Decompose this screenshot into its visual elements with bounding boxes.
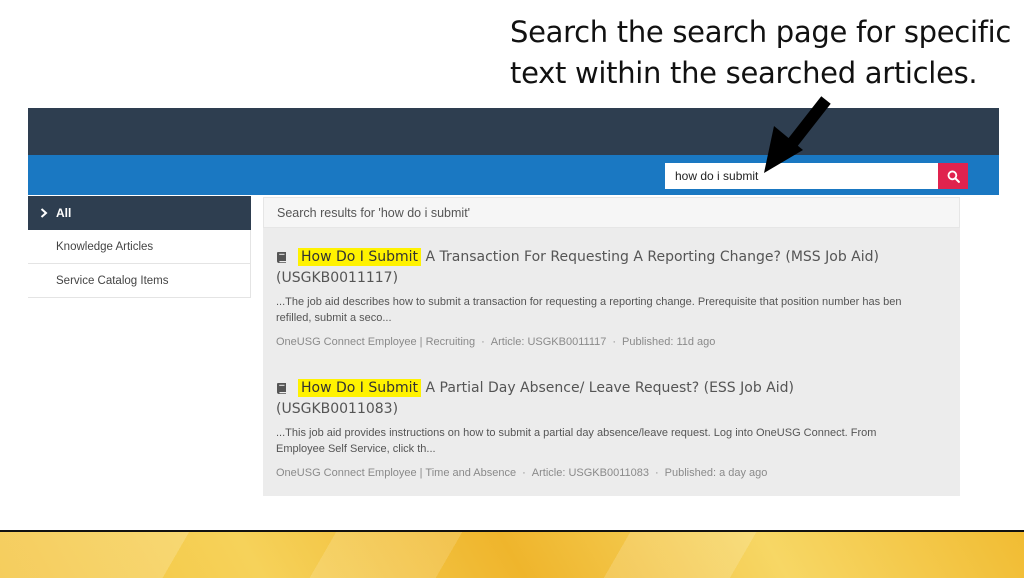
chevron-right-icon: [40, 208, 48, 218]
footer-decoration: [0, 530, 1024, 578]
result-title[interactable]: How Do I Submit A Partial Day Absence/ L…: [276, 379, 946, 400]
app-window: All Knowledge Articles Service Catalog I…: [28, 108, 999, 496]
separator-dot-icon: ·: [654, 467, 659, 479]
meta-published: Published: 11d ago: [622, 336, 716, 348]
search-highlight: How Do I Submit: [298, 379, 422, 397]
separator-dot-icon: ·: [612, 336, 617, 348]
annotation-callout: Search the search page for specific text…: [510, 12, 1012, 94]
result-item: How Do I Submit A Partial Day Absence/ L…: [276, 379, 946, 479]
callout-line-2: text within the searched articles.: [510, 56, 978, 90]
results-list: How Do I Submit A Transaction For Reques…: [263, 228, 960, 496]
results-header: Search results for 'how do i submit': [263, 197, 960, 228]
meta-article: Article: USGKB0011083: [531, 467, 649, 479]
result-title[interactable]: How Do I Submit A Transaction For Reques…: [276, 248, 946, 269]
snippet-line: refilled, submit a seco...: [276, 312, 392, 324]
snippet-line: ...This job aid provides instructions on…: [276, 427, 877, 439]
book-icon: [276, 381, 288, 400]
separator-dot-icon: ·: [522, 467, 526, 479]
sidebar-item-knowledge-articles[interactable]: Knowledge Articles: [28, 230, 251, 264]
result-title-text: A Transaction For Requesting A Reporting…: [421, 249, 879, 265]
meta-source: OneUSG Connect Employee | Recruiting: [276, 336, 476, 348]
book-icon: [276, 250, 288, 269]
result-snippet: ...The job aid describes how to submit a…: [276, 294, 946, 326]
sidebar-item-label: All: [56, 206, 72, 220]
meta-source: OneUSG Connect Employee | Time and Absen…: [276, 467, 517, 479]
callout-line-1: Search the search page for specific: [510, 15, 1012, 49]
snippet-line: ...The job aid describes how to submit a…: [276, 296, 902, 308]
separator-dot-icon: ·: [481, 336, 485, 348]
result-title-id[interactable]: (USGKB0011117): [276, 269, 946, 288]
top-navbar: [28, 108, 999, 155]
sidebar-item-service-catalog-items[interactable]: Service Catalog Items: [28, 264, 251, 298]
result-meta: OneUSG Connect Employee | Time and Absen…: [276, 467, 946, 479]
result-item: How Do I Submit A Transaction For Reques…: [276, 248, 946, 348]
meta-published: Published: a day ago: [664, 467, 768, 479]
sidebar-item-label: Knowledge Articles: [56, 240, 154, 253]
search-highlight: How Do I Submit: [298, 248, 422, 266]
result-title-id[interactable]: (USGKB0011083): [276, 400, 946, 419]
search-icon: [947, 170, 960, 183]
search-button[interactable]: [938, 163, 968, 189]
search-input[interactable]: [665, 163, 938, 189]
sidebar: All Knowledge Articles Service Catalog I…: [28, 196, 251, 298]
sidebar-item-all[interactable]: All: [28, 196, 251, 230]
snippet-line: Employee Self Service, click th...: [276, 443, 436, 455]
result-meta: OneUSG Connect Employee | Recruiting · Art…: [276, 336, 946, 348]
result-snippet: ...This job aid provides instructions on…: [276, 425, 946, 457]
result-title-text: A Partial Day Absence/ Leave Request? (E…: [421, 380, 794, 396]
sidebar-item-label: Service Catalog Items: [56, 274, 169, 287]
meta-article: Article: USGKB0011117: [490, 336, 607, 348]
